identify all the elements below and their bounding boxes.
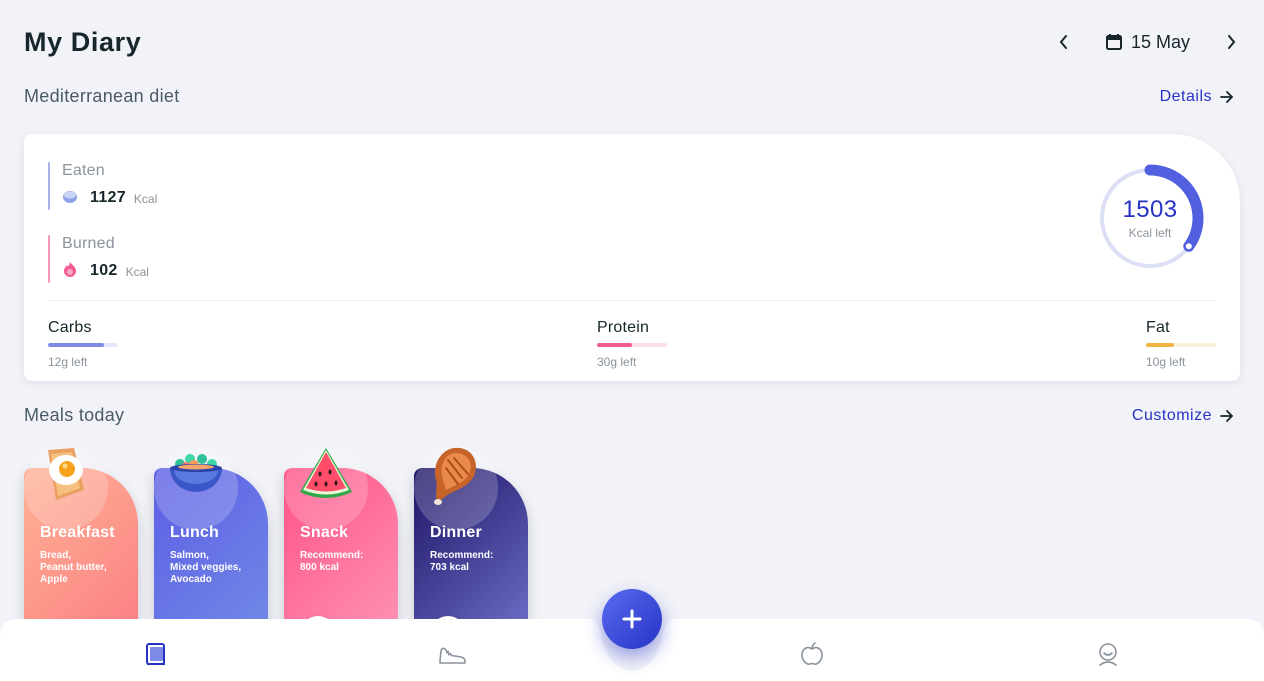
- header: My Diary 15 May: [24, 24, 1240, 60]
- apple-icon: [801, 642, 823, 665]
- plus-icon: [622, 609, 642, 629]
- customize-label: Customize: [1131, 406, 1212, 424]
- arrow-right-icon: [1220, 409, 1234, 422]
- salad-bowl-icon: [170, 454, 222, 492]
- egg-toast-icon: [48, 448, 84, 500]
- eaten-bar: [48, 162, 50, 210]
- arrow-right-icon: [1220, 90, 1234, 103]
- meal-description: Salmon, Mixed veggies, Avocado: [170, 550, 242, 585]
- previous-day-button[interactable]: [1051, 29, 1077, 55]
- page-title: My Diary: [24, 26, 142, 57]
- macro-fill: [597, 343, 632, 347]
- burned-bar: [48, 235, 50, 283]
- macro-fat: Fat 10g left: [1146, 319, 1216, 369]
- meal-description: Bread, Peanut butter, Apple: [40, 550, 107, 585]
- steak-icon: [434, 447, 476, 505]
- macro-carbs: Carbs 12g left: [48, 319, 118, 369]
- macro-protein: Protein 30g left: [597, 319, 667, 369]
- date-picker[interactable]: 15 May: [1105, 32, 1190, 53]
- macro-left: 12g left: [48, 355, 88, 369]
- kcal-left-value: 1503: [1122, 196, 1178, 223]
- sneaker-icon: [439, 647, 466, 664]
- meals-title: Meals today: [24, 405, 125, 425]
- book-icon: [146, 643, 165, 665]
- macro-track: [48, 343, 118, 347]
- eaten-value: 1127: [90, 189, 126, 206]
- macro-track: [1146, 343, 1216, 347]
- tab-diary[interactable]: [141, 639, 171, 669]
- burned-stat: Burned 102 Kcal: [48, 235, 149, 283]
- date-navigator: 15 May: [1051, 29, 1244, 55]
- meal-card-breakfast[interactable]: Breakfast Bread, Peanut butter, Apple 52…: [24, 446, 138, 646]
- meal-description: Recommend: 800 kcal: [300, 550, 364, 573]
- macro-name: Fat: [1146, 319, 1170, 336]
- tab-nutrition[interactable]: [797, 639, 827, 669]
- burned-value: 102: [90, 262, 118, 279]
- calorie-summary-card: Eaten 1127 Kcal Burned 102 Kcal 1503 Kca…: [24, 134, 1240, 381]
- divider: [48, 300, 1216, 301]
- meals-section-header: Meals today Customize: [24, 405, 1234, 426]
- macro-name: Carbs: [48, 319, 92, 336]
- add-entry-button[interactable]: [602, 589, 662, 649]
- tab-activity[interactable]: [437, 639, 467, 669]
- food-icon: [63, 191, 77, 203]
- meal-card-lunch[interactable]: Lunch Salmon, Mixed veggies, Avocado 602…: [154, 446, 268, 646]
- current-date: 15 May: [1130, 31, 1190, 52]
- details-link[interactable]: Details: [1160, 88, 1234, 106]
- diet-section-header: Mediterranean diet Details: [24, 86, 1234, 107]
- macro-name: Protein: [597, 319, 650, 336]
- macro-left: 30g left: [597, 355, 637, 369]
- diet-name: Mediterranean diet: [24, 86, 180, 106]
- meal-description: Recommend: 703 kcal: [430, 550, 494, 573]
- chevron-right-icon: [1228, 35, 1236, 49]
- calendar-icon: [1105, 34, 1122, 50]
- macro-fill: [1146, 343, 1174, 347]
- burned-unit: Kcal: [125, 265, 149, 279]
- chevron-left-icon: [1059, 35, 1067, 49]
- eaten-label: Eaten: [62, 162, 105, 179]
- macro-track: [597, 343, 667, 347]
- kcal-left-label: Kcal left: [1128, 226, 1172, 240]
- tab-profile[interactable]: [1093, 639, 1123, 669]
- eaten-unit: Kcal: [133, 192, 158, 206]
- kcal-left-ring: 1503 Kcal left: [1092, 160, 1208, 276]
- eaten-stat: Eaten 1127 Kcal: [48, 162, 158, 210]
- watermelon-icon: [300, 448, 352, 498]
- profile-icon: [1099, 643, 1117, 666]
- flame-icon: [64, 262, 76, 277]
- macro-left: 10g left: [1146, 355, 1186, 369]
- burned-label: Burned: [62, 235, 115, 252]
- details-label: Details: [1159, 87, 1212, 105]
- macro-fill: [48, 343, 104, 347]
- meal-card-snack[interactable]: Snack Recommend: 800 kcal: [284, 446, 398, 646]
- customize-link[interactable]: Customize: [1132, 407, 1234, 425]
- next-day-button[interactable]: [1218, 29, 1244, 55]
- meal-card-dinner[interactable]: Dinner Recommend: 703 kcal: [414, 446, 528, 646]
